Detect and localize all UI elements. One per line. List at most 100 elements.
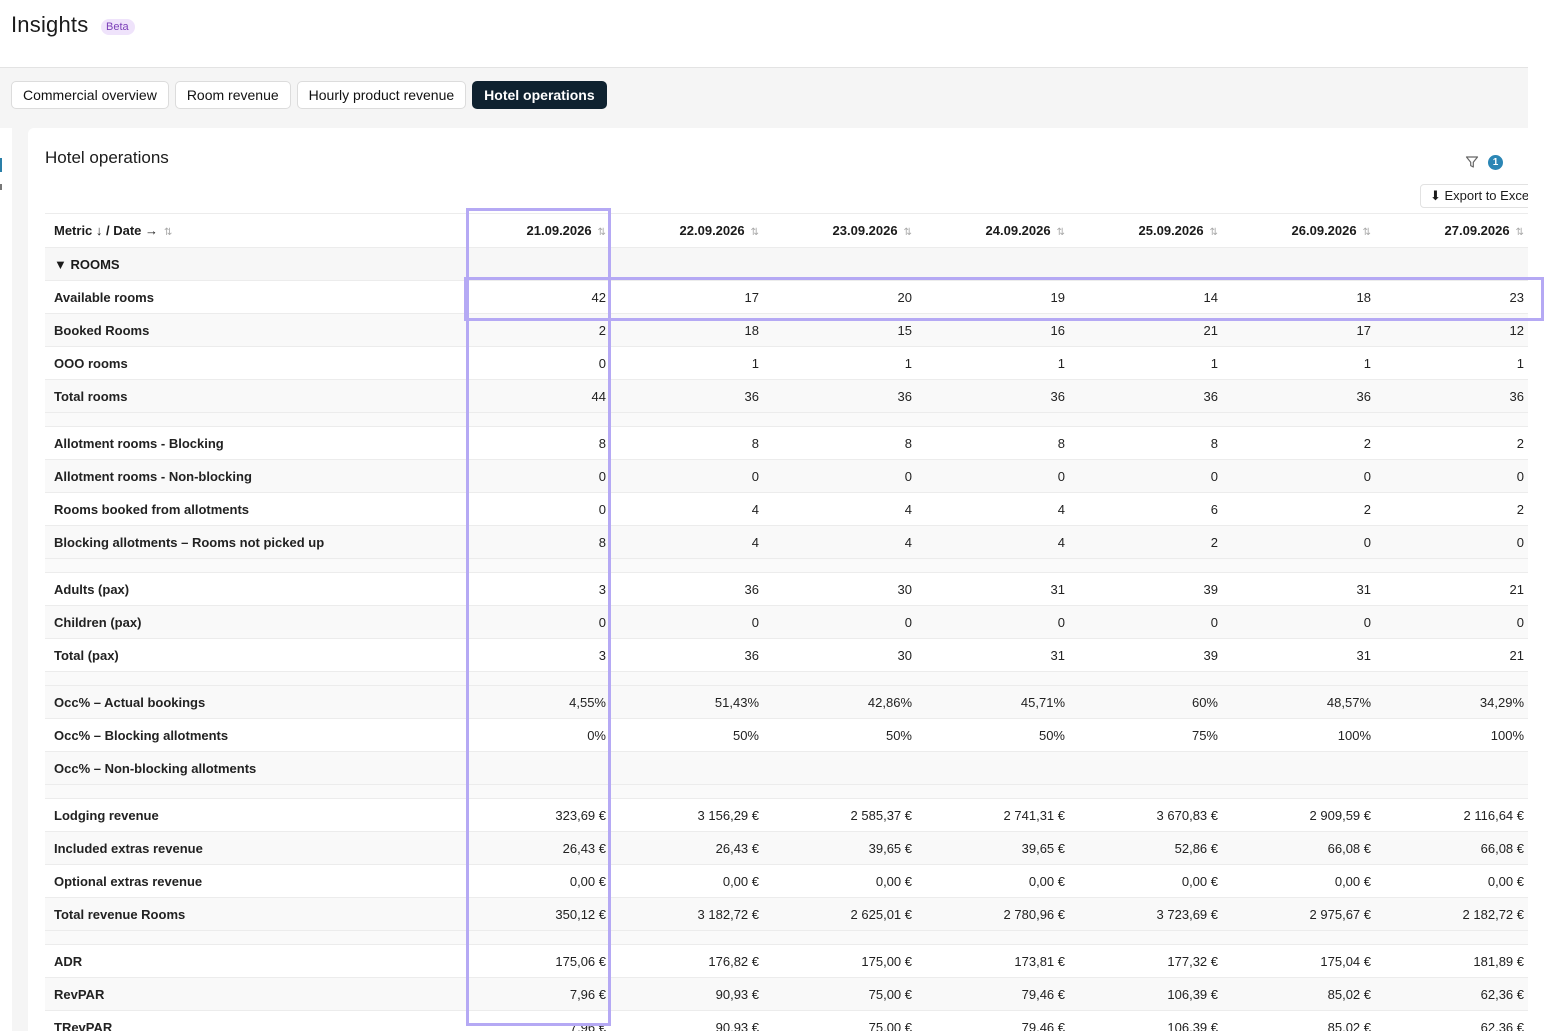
sort-icon[interactable]: ⇅ xyxy=(1516,227,1524,238)
metric-value-cell xyxy=(465,751,610,785)
metric-value-cell: 66,08 € xyxy=(1375,831,1528,865)
table-row: Lodging revenue 323,69 €3 156,29 €2 585,3… xyxy=(45,798,1528,832)
metric-value-cell: 90,93 € xyxy=(610,977,763,1011)
spacer-cell xyxy=(916,930,1069,945)
metric-label: RevPAR xyxy=(45,977,465,1011)
metric-value-cell: 39 xyxy=(1069,638,1222,672)
metric-label: OOO rooms xyxy=(45,346,465,380)
metric-value-cell: 3 xyxy=(465,572,610,606)
section-cell xyxy=(916,247,1069,281)
spacer-cell xyxy=(610,784,763,799)
sort-icon[interactable]: ⇅ xyxy=(751,227,759,238)
metric-value-cell: 350,12 € xyxy=(465,897,610,931)
metric-value-cell: 100% xyxy=(1222,718,1375,752)
date-header[interactable]: 24.09.2026 ⇅ xyxy=(916,213,1069,248)
metric-label: Adults (pax) xyxy=(45,572,465,606)
metric-value-cell: 0 xyxy=(1222,459,1375,493)
date-header[interactable]: 25.09.2026 ⇅ xyxy=(1069,213,1222,248)
metric-value-cell: 2 780,96 € xyxy=(916,897,1069,931)
left-panel-indicator xyxy=(0,158,2,172)
section-toggle[interactable]: ▼ ROOMS xyxy=(45,247,465,281)
spacer-cell xyxy=(1069,930,1222,945)
metric-value-cell: 4 xyxy=(916,492,1069,526)
sort-icon[interactable]: ⇅ xyxy=(1210,227,1218,238)
metric-value-cell: 3 670,83 € xyxy=(1069,798,1222,832)
spacer-cell xyxy=(45,671,465,686)
metric-value-cell: 2 182,72 € xyxy=(1375,897,1528,931)
metric-value-cell: 3 xyxy=(465,638,610,672)
metric-value-cell: 0 xyxy=(1375,459,1528,493)
table-row: Total revenue Rooms 350,12 €3 182,72 €2 6… xyxy=(45,897,1528,931)
metric-value-cell xyxy=(916,751,1069,785)
metric-label: Total revenue Rooms xyxy=(45,897,465,931)
left-panel-edge[interactable] xyxy=(0,128,12,1031)
metric-value-cell: 1 xyxy=(610,346,763,380)
date-header-label: 23.09.2026 xyxy=(832,223,898,238)
date-header[interactable]: 22.09.2026 ⇅ xyxy=(610,213,763,248)
metric-value-cell: 48,57% xyxy=(1222,685,1375,719)
metric-value-cell xyxy=(763,751,916,785)
table-row: Children (pax) 0 0 0 0 0 0 0 xyxy=(45,605,1528,639)
filter-icon[interactable] xyxy=(1465,155,1479,169)
metric-date-header-label: Metric ↓ / Date → xyxy=(54,223,159,238)
metric-value-cell: 1 xyxy=(763,346,916,380)
metric-value-cell: 1 xyxy=(1069,346,1222,380)
metric-value-cell: 0 xyxy=(1069,459,1222,493)
sort-icon[interactable]: ⇅ xyxy=(598,227,606,238)
metric-value-cell: 2 xyxy=(1375,426,1528,460)
metric-value-cell: 0,00 € xyxy=(1375,864,1528,898)
tab-hotel-operations[interactable]: Hotel operations xyxy=(472,81,607,109)
spacer-cell xyxy=(1222,558,1375,573)
tab-commercial-overview[interactable]: Commercial overview xyxy=(11,81,169,109)
metric-date-header[interactable]: Metric ↓ / Date → ⇅ xyxy=(45,213,465,248)
spacer-cell xyxy=(916,784,1069,799)
date-header[interactable]: 26.09.2026 ⇅ xyxy=(1222,213,1375,248)
export-to-excel-button[interactable]: ⬇ Export to Excel xyxy=(1420,184,1528,208)
metric-value-cell: 7,96 € xyxy=(465,1010,610,1031)
metric-value-cell: 45,71% xyxy=(916,685,1069,719)
metric-value-cell: 0 xyxy=(610,605,763,639)
metric-value-cell: 50% xyxy=(610,718,763,752)
metric-value-cell: 175,00 € xyxy=(763,944,916,978)
tab-hourly-product-revenue[interactable]: Hourly product revenue xyxy=(296,81,467,109)
metric-value-cell: 39,65 € xyxy=(763,831,916,865)
table-row: Total rooms 44 36 36 36 36 36 36 xyxy=(45,379,1528,413)
metric-value-cell: 0,00 € xyxy=(916,864,1069,898)
page-header: Insights Beta xyxy=(0,0,1528,68)
metric-value-cell: 62,36 € xyxy=(1375,977,1528,1011)
metric-value-cell: 3 723,69 € xyxy=(1069,897,1222,931)
spacer-cell xyxy=(1222,671,1375,686)
metric-value-cell: 4 xyxy=(763,525,916,559)
spacer-cell xyxy=(763,784,916,799)
metric-value-cell: 2 116,64 € xyxy=(1375,798,1528,832)
spacer-cell xyxy=(763,558,916,573)
date-header[interactable]: 23.09.2026 ⇅ xyxy=(763,213,916,248)
section-row-rooms: ▼ ROOMS xyxy=(45,247,1528,281)
spacer-cell xyxy=(1222,412,1375,427)
tab-room-revenue[interactable]: Room revenue xyxy=(174,81,291,109)
date-header-label: 25.09.2026 xyxy=(1138,223,1204,238)
date-header[interactable]: 27.09.2026 ⇅ xyxy=(1375,213,1528,248)
spacer-cell xyxy=(45,412,465,427)
sort-icon[interactable]: ⇅ xyxy=(1057,227,1065,238)
metric-value-cell: 8 xyxy=(1069,426,1222,460)
metric-value-cell: 20 xyxy=(763,280,916,314)
metric-value-cell: 42 xyxy=(465,280,610,314)
sort-icon[interactable]: ⇅ xyxy=(164,227,172,238)
metric-value-cell: 0 xyxy=(916,459,1069,493)
metric-value-cell: 0 xyxy=(465,459,610,493)
metric-value-cell: 3 182,72 € xyxy=(610,897,763,931)
table-row: Allotment rooms - Non-blocking 0 0 0 0 0 0 0 xyxy=(45,459,1528,493)
metric-value-cell: 42,86% xyxy=(763,685,916,719)
sort-icon[interactable]: ⇅ xyxy=(1363,227,1371,238)
date-header[interactable]: 21.09.2026 ⇅ xyxy=(465,213,610,248)
table-row: Adults (pax) 3 36 30 31 39 31 21 xyxy=(45,572,1528,606)
card-title: Hotel operations xyxy=(45,148,169,167)
sort-icon[interactable]: ⇅ xyxy=(904,227,912,238)
metric-value-cell: 2 xyxy=(1222,426,1375,460)
spacer-cell xyxy=(610,671,763,686)
metric-value-cell: 26,43 € xyxy=(465,831,610,865)
metric-value-cell: 0,00 € xyxy=(465,864,610,898)
table-row: Rooms booked from allotments 0 4 4 4 6 2 2 xyxy=(45,492,1528,526)
spacer-cell xyxy=(916,412,1069,427)
